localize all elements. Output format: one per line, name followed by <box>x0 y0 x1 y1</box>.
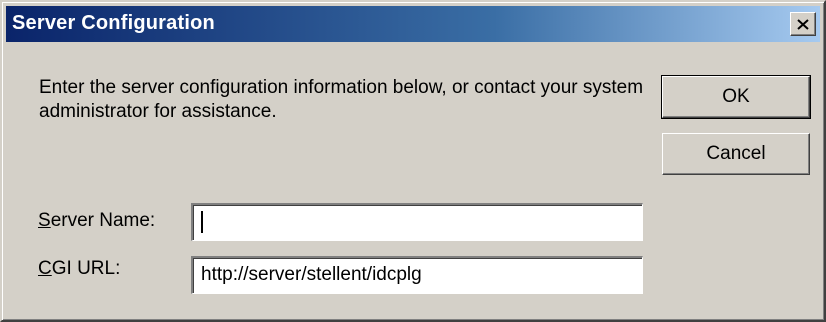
cgi-url-label: CGI URL: <box>38 258 120 280</box>
dialog-title: Server Configuration <box>12 12 215 34</box>
instructions-text: Enter the server configuration informati… <box>39 77 644 122</box>
cgi-url-label-text: GI URL: <box>51 258 121 279</box>
cancel-button[interactable]: Cancel <box>662 133 810 175</box>
close-button[interactable] <box>790 12 816 36</box>
cgi-url-value: http://server/stellent/idcplg <box>201 264 422 285</box>
server-name-input[interactable] <box>191 203 643 241</box>
server-configuration-dialog: Server Configuration Enter the server co… <box>0 0 826 322</box>
server-name-label: Server Name: <box>38 210 155 232</box>
text-caret <box>201 210 203 233</box>
title-bar[interactable]: Server Configuration <box>6 6 820 42</box>
ok-button[interactable]: OK <box>661 75 811 119</box>
server-name-mnemonic: S <box>38 210 51 231</box>
server-name-label-text: erver Name: <box>50 210 156 231</box>
cgi-url-input[interactable]: http://server/stellent/idcplg <box>191 256 643 294</box>
cgi-url-mnemonic: C <box>38 258 52 279</box>
close-icon <box>797 18 809 30</box>
